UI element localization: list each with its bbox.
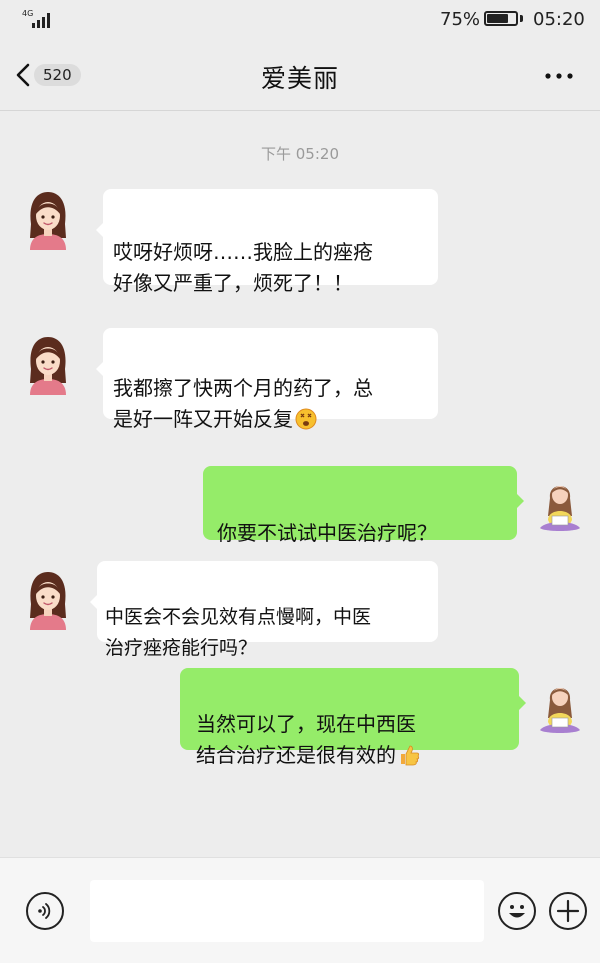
my-avatar[interactable] (536, 478, 584, 538)
battery-tip (520, 15, 523, 22)
signal-icon: 4G (22, 10, 56, 30)
message-text: 我都擦了快两个月的药了，总 是好一阵又开始反复 (113, 376, 373, 431)
incoming-message[interactable]: 我都擦了快两个月的药了，总 是好一阵又开始反复 (96, 328, 438, 431)
message-text: 哎呀好烦呀……我脸上的痤疮 好像又严重了，烦死了！！ (113, 240, 373, 295)
message-text: 你要不试试中医治疗呢？ (217, 521, 437, 545)
emoji-button[interactable] (498, 892, 536, 930)
incoming-message[interactable]: 哎呀好烦呀……我脸上的痤疮 好像又严重了，烦死了！！ (96, 189, 438, 295)
my-avatar[interactable] (536, 680, 584, 740)
voice-button[interactable] (26, 892, 64, 930)
more-button[interactable] (540, 64, 580, 88)
message-timestamp: 下午 05:20 (261, 145, 339, 163)
plus-icon (551, 899, 585, 932)
chat-header: 520 爱美丽 (0, 40, 600, 111)
chat-title: 爱美丽 (260, 64, 339, 93)
more-actions-button[interactable] (549, 892, 587, 930)
input-bar (0, 857, 600, 963)
thumbs-up-emoji (398, 744, 420, 775)
contact-avatar[interactable] (24, 335, 72, 395)
battery-icon (484, 11, 518, 26)
contact-avatar[interactable] (24, 190, 72, 250)
voice-icon (28, 903, 62, 932)
message-input[interactable] (90, 880, 484, 942)
smiley-icon (500, 905, 534, 932)
outgoing-message[interactable]: 当然可以了，现在中西医 结合治疗还是很有效的 (180, 668, 526, 767)
contact-avatar[interactable] (24, 570, 72, 630)
status-clock: 05:20 (533, 9, 585, 30)
message-text: 中医会不会见效有点慢啊，中医 治疗痤疮能行吗？ (105, 606, 372, 659)
outgoing-message[interactable]: 你要不试试中医治疗呢？ (203, 466, 524, 545)
message-text: 当然可以了，现在中西医 结合治疗还是很有效的 (196, 712, 416, 767)
battery-percent: 75% (440, 9, 481, 30)
status-bar: 4G 75% 05:20 (0, 0, 600, 40)
dizzy-face-emoji (295, 408, 317, 439)
incoming-message[interactable]: 中医会不会见效有点慢啊，中医 治疗痤疮能行吗？ (90, 561, 438, 659)
more-dots-icon (540, 73, 580, 92)
